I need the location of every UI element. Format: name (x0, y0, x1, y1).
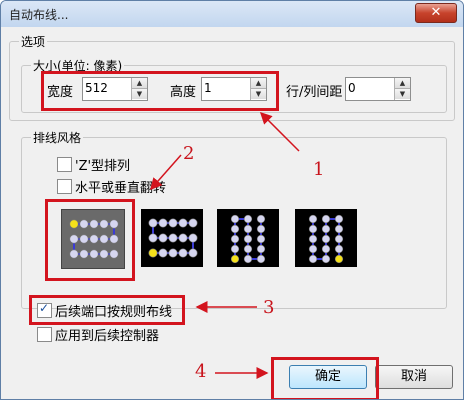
pixel-dot (188, 218, 198, 228)
pixel-dot (178, 233, 188, 243)
start-pixel-dot (230, 254, 240, 264)
pixel-dot (178, 218, 188, 228)
annotation-box-3 (29, 295, 185, 325)
apply-controller-checkbox[interactable] (37, 327, 52, 342)
pixel-dot (168, 218, 178, 228)
pixel-dot (308, 234, 318, 244)
spacing-input[interactable] (348, 80, 394, 96)
pixel-dot (230, 244, 240, 254)
flip-checkbox[interactable] (57, 179, 72, 194)
pixel-dot (334, 224, 344, 234)
pixel-dot (158, 233, 168, 243)
pixel-dot (321, 214, 331, 224)
pixel-dot (321, 254, 331, 264)
pixel-dot (230, 234, 240, 244)
z-order-checkbox[interactable] (57, 157, 72, 172)
pixel-dot (158, 248, 168, 258)
pixel-dot (321, 224, 331, 234)
pattern-horizontal-bottom-left[interactable] (141, 209, 203, 267)
spacing-up-arrow-icon[interactable]: ▲ (395, 78, 410, 89)
annotation-box-1 (41, 71, 279, 111)
cancel-button[interactable]: 取消 (375, 365, 453, 389)
line-style-group-title: 排线风格 (31, 129, 84, 146)
auto-wiring-dialog: 自动布线... ✕ 选项 大小(单位: 像素) 宽度 ▲ ▼ 高度 ▲ ▼ 行/… (0, 0, 464, 400)
pixel-dot (308, 214, 318, 224)
pixel-dot (148, 233, 158, 243)
title-bar: 自动布线... ✕ (1, 1, 463, 27)
spacing-spinbox[interactable]: ▲ ▼ (345, 77, 411, 101)
options-group-title: 选项 (19, 33, 48, 50)
pixel-dot (243, 224, 253, 234)
pixel-dot (256, 254, 266, 264)
pixel-dot (168, 233, 178, 243)
spacing-down-arrow-icon[interactable]: ▼ (395, 89, 410, 99)
pattern-vertical-bottom-left[interactable] (217, 209, 279, 267)
pixel-dot (230, 224, 240, 234)
pixel-dot (334, 244, 344, 254)
annotation-number-1: 1 (313, 159, 325, 180)
pixel-dot (256, 244, 266, 254)
flip-label: 水平或垂直翻转 (75, 181, 167, 196)
annotation-box-4 (271, 357, 379, 399)
start-pixel-dot (148, 248, 158, 258)
pixel-dot (230, 214, 240, 224)
pattern-3-svg (230, 214, 266, 264)
pixel-dot (308, 244, 318, 254)
z-order-label: 'Z'型排列 (75, 159, 131, 174)
pixel-dot (308, 254, 318, 264)
close-icon: ✕ (430, 5, 442, 20)
pixel-dot (308, 224, 318, 234)
pattern-4-svg (308, 214, 344, 264)
annotation-number-3: 3 (263, 297, 275, 318)
pixel-dot (188, 248, 198, 258)
annotation-number-2: 2 (183, 143, 195, 164)
pixel-dot (321, 234, 331, 244)
dialog-title: 自动布线... (9, 8, 69, 22)
pixel-dot (168, 248, 178, 258)
pixel-dot (243, 214, 253, 224)
spacing-spin-arrows[interactable]: ▲ ▼ (394, 78, 410, 100)
pixel-dot (334, 214, 344, 224)
annotation-number-4: 4 (195, 361, 207, 382)
pixel-dot (148, 218, 158, 228)
pattern-2-svg (148, 218, 198, 258)
pixel-dot (256, 214, 266, 224)
annotation-box-2 (45, 199, 135, 281)
spacing-label: 行/列间距 (286, 85, 343, 100)
pixel-dot (256, 224, 266, 234)
pixel-dot (188, 233, 198, 243)
pixel-dot (243, 234, 253, 244)
pixel-dot (243, 254, 253, 264)
apply-controller-label: 应用到后续控制器 (55, 329, 160, 344)
pixel-dot (321, 244, 331, 254)
pixel-dot (256, 234, 266, 244)
pixel-dot (334, 234, 344, 244)
pixel-dot (243, 244, 253, 254)
pattern-vertical-bottom-right[interactable] (295, 209, 357, 267)
pixel-dot (158, 218, 168, 228)
pixel-dot (178, 248, 188, 258)
start-pixel-dot (334, 254, 344, 264)
close-button[interactable]: ✕ (415, 3, 457, 23)
